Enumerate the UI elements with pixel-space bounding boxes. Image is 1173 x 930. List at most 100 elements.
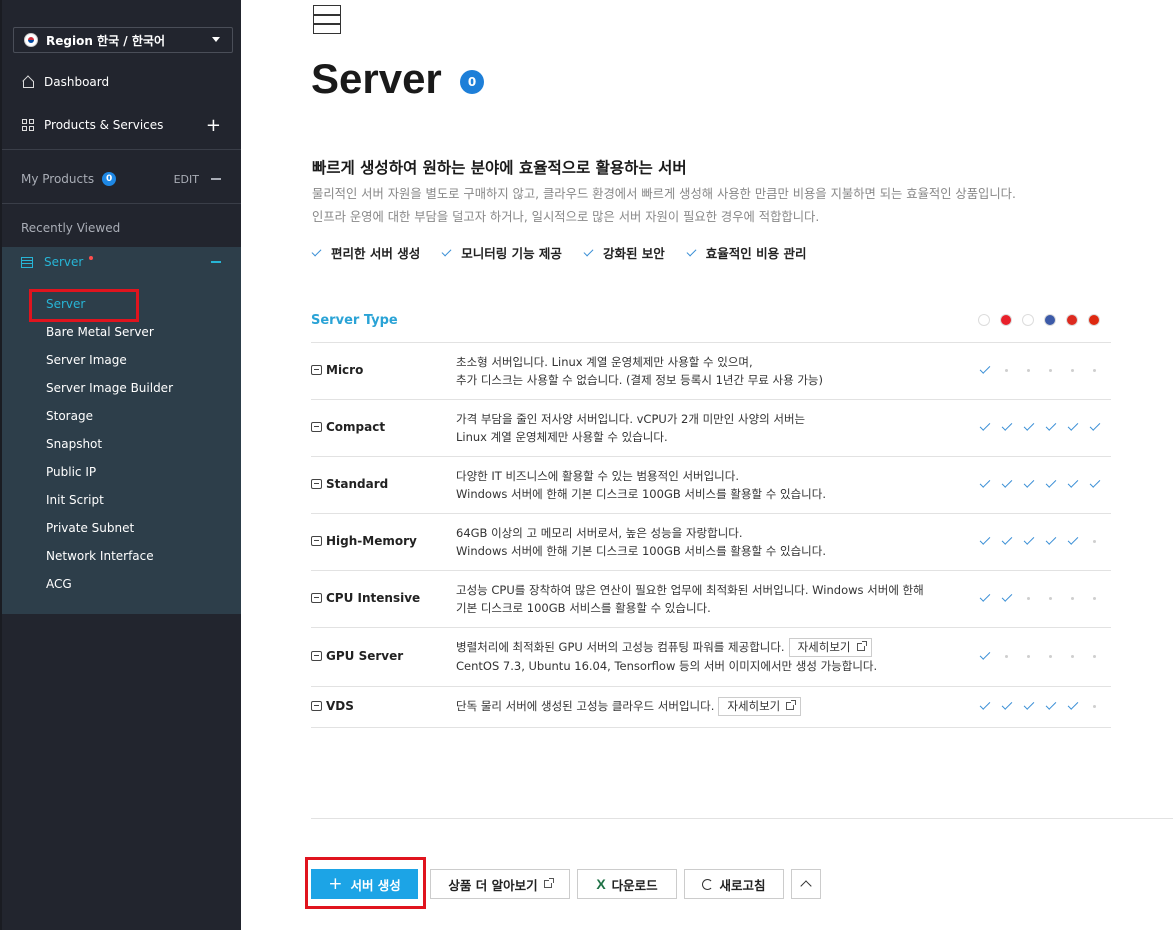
new-dot-icon — [89, 256, 94, 260]
check-icon — [686, 246, 697, 256]
region-availability — [978, 365, 1110, 377]
chevron-down-icon — [212, 37, 220, 42]
sidebar-item-products-services[interactable]: Products & Services + — [2, 115, 241, 136]
check-icon — [978, 479, 1000, 491]
check-icon — [311, 246, 322, 256]
check-icon — [1000, 701, 1022, 713]
dot-icon — [1022, 365, 1044, 377]
check-icon — [978, 651, 1000, 663]
product-description-2: 인프라 운영에 대한 부담을 덜고자 하거나, 일시적으로 많은 서버 자원이 … — [312, 210, 820, 224]
sidebar-divider — [2, 203, 241, 204]
server-type-description: 고성능 CPU를 장착하여 많은 연산이 필요한 업무에 최적화된 서버입니다.… — [456, 582, 924, 615]
sidebar-item-acg[interactable]: ACG — [46, 577, 72, 591]
product-headline: 빠르게 생성하여 원하는 분야에 효율적으로 활용하는 서버 — [312, 159, 687, 177]
highlight-box — [29, 289, 139, 322]
learn-more-button[interactable]: 상품 더 알아보기 — [430, 869, 570, 899]
server-type-name: GPU Server — [311, 649, 403, 663]
check-icon — [978, 365, 1000, 377]
korea-flag-icon — [978, 314, 990, 326]
check-icon — [978, 593, 1000, 605]
external-link-icon — [543, 878, 554, 888]
footer-divider — [311, 818, 1173, 819]
row-divider — [311, 342, 1111, 343]
external-link-icon — [786, 700, 797, 710]
sidebar-item-init-script[interactable]: Init Script — [46, 493, 104, 507]
region-availability — [978, 651, 1110, 663]
region-availability — [978, 536, 1110, 548]
check-icon — [1022, 701, 1044, 713]
row-divider — [311, 513, 1111, 514]
sidebar: Region 한국 / 한국어 Dashboard Products & Ser… — [0, 0, 241, 930]
scroll-top-button[interactable] — [791, 869, 821, 899]
server-icon — [313, 5, 341, 34]
sidebar-item-bare-metal-server[interactable]: Bare Metal Server — [46, 325, 154, 339]
check-icon — [1088, 422, 1110, 434]
row-divider — [311, 570, 1111, 571]
region-availability — [978, 593, 1110, 605]
hongkong-flag-icon — [1088, 314, 1100, 326]
region-availability — [978, 479, 1110, 491]
row-divider — [311, 727, 1111, 728]
sidebar-item-storage[interactable]: Storage — [46, 409, 93, 423]
check-icon — [1022, 536, 1044, 548]
row-divider — [311, 399, 1111, 400]
check-icon — [978, 536, 1000, 548]
server-type-icon — [311, 364, 322, 375]
detail-link-button[interactable]: 자세히보기 — [718, 696, 802, 716]
server-type-description: 단독 물리 서버에 생성된 고성능 클라우드 서버입니다. 자세히보기 — [456, 696, 802, 716]
check-icon — [1000, 422, 1022, 434]
server-type-icon — [311, 478, 322, 489]
server-group-label: Server — [44, 255, 84, 269]
download-button[interactable]: X 다운로드 — [577, 869, 677, 899]
singapore-flag-icon — [1000, 314, 1012, 326]
sidebar-item-network-interface[interactable]: Network Interface — [46, 549, 154, 563]
check-icon — [1044, 422, 1066, 434]
refresh-icon — [702, 878, 714, 890]
dot-icon — [1088, 701, 1110, 713]
server-type-description: 병렬처리에 최적화된 GPU 서버의 고성능 컴퓨팅 파워를 제공합니다. 자세히… — [456, 637, 878, 673]
dot-icon — [1088, 651, 1110, 663]
plus-icon[interactable]: + — [206, 115, 221, 136]
sidebar-item-server-image-builder[interactable]: Server Image Builder — [46, 381, 173, 395]
region-availability — [978, 422, 1110, 434]
sidebar-item-server-image[interactable]: Server Image — [46, 353, 127, 367]
dot-icon — [1044, 651, 1066, 663]
external-link-icon — [856, 641, 867, 651]
feature-item: 효율적인 비용 관리 — [686, 243, 807, 262]
check-icon — [1000, 593, 1022, 605]
dot-icon — [1066, 593, 1088, 605]
detail-link-button[interactable]: 자세히보기 — [788, 637, 872, 657]
germany-flag-icon — [1066, 314, 1078, 326]
dot-icon — [1044, 593, 1066, 605]
server-type-icon — [311, 535, 322, 546]
highlight-box — [305, 857, 426, 909]
sidebar-item-my-products[interactable]: My Products 0 EDIT — [2, 170, 241, 188]
server-type-name: Compact — [311, 420, 385, 434]
check-icon — [583, 246, 594, 256]
dashboard-label: Dashboard — [44, 75, 110, 89]
sidebar-item-dashboard[interactable]: Dashboard — [2, 73, 241, 91]
sidebar-item-snapshot[interactable]: Snapshot — [46, 437, 102, 451]
collapse-icon[interactable] — [211, 178, 221, 180]
check-icon — [1044, 701, 1066, 713]
grid-icon — [22, 119, 34, 131]
server-type-icon — [311, 650, 322, 661]
collapse-icon[interactable] — [211, 261, 221, 263]
server-submenu: Server Bare Metal Server Server Image Se… — [2, 277, 241, 614]
japan-flag-icon — [1022, 314, 1034, 326]
sidebar-group-server[interactable]: Server — [2, 247, 241, 277]
refresh-button[interactable]: 새로고침 — [684, 869, 784, 899]
server-type-name: CPU Intensive — [311, 591, 420, 605]
check-icon — [1022, 422, 1044, 434]
region-selector[interactable]: Region 한국 / 한국어 — [13, 27, 233, 53]
server-type-description: 초소형 서버입니다. Linux 계열 운영체제만 사용할 수 있으며, 추가 디… — [456, 354, 823, 387]
dot-icon — [1022, 593, 1044, 605]
check-icon — [978, 701, 1000, 713]
region-flags — [978, 314, 1110, 326]
sidebar-item-private-subnet[interactable]: Private Subnet — [46, 521, 134, 535]
server-type-icon — [311, 592, 322, 603]
sidebar-item-public-ip[interactable]: Public IP — [46, 465, 96, 479]
edit-button[interactable]: EDIT — [174, 173, 199, 186]
check-icon — [1066, 422, 1088, 434]
check-icon — [441, 246, 452, 256]
